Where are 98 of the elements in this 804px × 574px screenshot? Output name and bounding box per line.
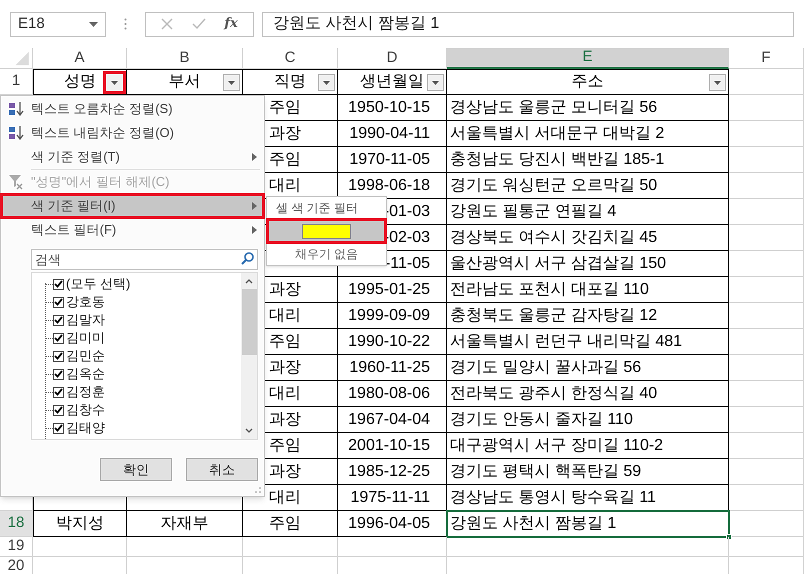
row-header[interactable]: 19 [0, 537, 33, 557]
checkbox-label: (모두 선택) [66, 275, 130, 294]
column-heading: 성명 [64, 72, 96, 92]
table-cell: 1970-11-05 [338, 147, 447, 173]
caret-icon [714, 80, 721, 84]
caret-icon [111, 80, 118, 84]
table-cell: 경상남도 울릉군 모니터길 56 [447, 95, 729, 121]
caret-icon [89, 22, 98, 26]
checkbox-label: 김민순 [66, 347, 105, 366]
cancel-icon [161, 18, 174, 30]
name-box[interactable]: E18 [10, 12, 106, 36]
checkbox-label: 김정훈 [66, 383, 105, 402]
column-header[interactable]: B [127, 48, 243, 69]
column-heading: 부서 [168, 72, 200, 92]
table-cell: 1990-04-11 [338, 121, 447, 147]
table-cell: 1999-09-09 [338, 303, 447, 329]
check-icon [192, 18, 206, 30]
scrollbar-thumb[interactable] [242, 289, 256, 355]
dialog-button[interactable]: 취소 [186, 458, 258, 481]
column-heading: 생년월일 [360, 72, 424, 92]
checkbox-label: 김창수 [66, 401, 105, 420]
column-header[interactable]: F [729, 48, 804, 69]
checkbox-label: 김태양 [66, 419, 105, 438]
table-cell: 울산광역시 서구 삼겹살길 150 [447, 251, 729, 277]
column-heading: 주소 [572, 72, 604, 92]
checkbox[interactable] [53, 278, 64, 290]
table-cell: 전라북도 광주시 한정식길 40 [447, 381, 729, 407]
sort-ascending-icon [8, 101, 24, 117]
row-header[interactable]: 1 [0, 69, 33, 95]
table-cell: 서울특별시 서대문구 대박길 2 [447, 121, 729, 147]
table-cell: 1960-11-25 [338, 355, 447, 381]
grip-icon [124, 18, 127, 30]
checkbox[interactable] [53, 404, 64, 416]
checkbox[interactable] [53, 422, 64, 434]
fill-handle[interactable] [726, 534, 732, 540]
table-cell: 전라남도 포천시 대포길 110 [447, 277, 729, 303]
filter-button[interactable] [318, 74, 335, 91]
sort-descending-icon [8, 125, 24, 141]
column-heading: 직명 [274, 72, 306, 92]
table-cell: 경상남도 통영시 탕수육길 11 [447, 485, 729, 511]
table-cell: 충청남도 당진시 백반길 185-1 [447, 147, 729, 173]
filter-button[interactable] [103, 71, 126, 94]
caret-icon [432, 80, 439, 84]
table-cell: 대구광역시 서구 장미길 110-2 [447, 433, 729, 459]
column-header[interactable]: A [33, 48, 127, 69]
scroll-down-icon [245, 428, 253, 433]
table-cell: 1990-10-22 [338, 329, 447, 355]
table-cell: 경기도 평택시 핵폭탄길 59 [447, 459, 729, 485]
dialog-button[interactable]: 확인 [100, 458, 172, 481]
table-cell: 충청북도 울릉군 감자탕길 12 [447, 303, 729, 329]
table-cell: 1967-04-04 [338, 407, 447, 433]
checkbox[interactable] [53, 332, 64, 344]
table-cell: 경기도 워싱턴군 오르막길 50 [447, 173, 729, 199]
scroll-up-icon [245, 279, 253, 284]
table-cell: 서울특별시 런던구 내리막길 481 [447, 329, 729, 355]
table-cell: 강원도 사천시 짬봉길 1 [447, 511, 729, 537]
filter-button[interactable] [223, 74, 240, 91]
search-field[interactable]: 검색 [31, 249, 258, 270]
table-cell: 1996-04-05 [338, 511, 447, 537]
column-header[interactable]: C [243, 48, 338, 69]
checkbox[interactable] [53, 350, 64, 362]
table-cell: 경기도 안동시 줄자길 110 [447, 407, 729, 433]
caret-icon [228, 80, 235, 84]
filter-clear-icon [8, 174, 24, 190]
table-cell: 2001-10-15 [338, 433, 447, 459]
menu-item[interactable]: 색 기준 필터(I) [1, 194, 264, 218]
table-cell: 1950-10-15 [338, 95, 447, 121]
checkbox[interactable] [53, 368, 64, 380]
table-cell: 강원도 필통군 연필길 4 [447, 199, 729, 225]
menu-item[interactable]: 텍스트 필터(F) [1, 218, 264, 242]
color-option[interactable] [267, 219, 386, 243]
checkbox-label: 강호동 [66, 293, 105, 312]
checkbox[interactable] [53, 314, 64, 326]
caret-icon [323, 80, 330, 84]
column-header[interactable]: D [338, 48, 447, 69]
scrollbar[interactable] [241, 273, 257, 439]
resize-grip-icon [255, 487, 261, 493]
insert-function-button[interactable]: fx [224, 14, 238, 34]
table-cell: 1975-11-11 [338, 485, 447, 511]
column-header[interactable]: E [447, 48, 729, 69]
filter-button[interactable] [709, 74, 726, 91]
table-cell: 1980-08-06 [338, 381, 447, 407]
table-cell: 자재부 [127, 511, 243, 537]
table-cell: 경상북도 여수시 갓김치길 45 [447, 225, 729, 251]
table-cell: 경기도 밀양시 꿀사과길 56 [447, 355, 729, 381]
checkbox-label: 김말자 [66, 311, 105, 330]
filter-button[interactable] [427, 74, 444, 91]
checkbox[interactable] [53, 386, 64, 398]
row-header[interactable]: 18 [0, 511, 33, 537]
table-cell: 주임 [243, 511, 338, 537]
table-cell: 박지성 [33, 511, 127, 537]
formula-field[interactable]: 강원도 사천시 짬봉길 1 [262, 12, 794, 36]
checkbox-label: 김옥순 [66, 365, 105, 384]
search-icon [241, 252, 254, 265]
table-cell: 1995-01-25 [338, 277, 447, 303]
checkbox[interactable] [53, 296, 64, 308]
table-cell: 1985-12-25 [338, 459, 447, 485]
checkbox-label: 김미미 [66, 329, 105, 348]
